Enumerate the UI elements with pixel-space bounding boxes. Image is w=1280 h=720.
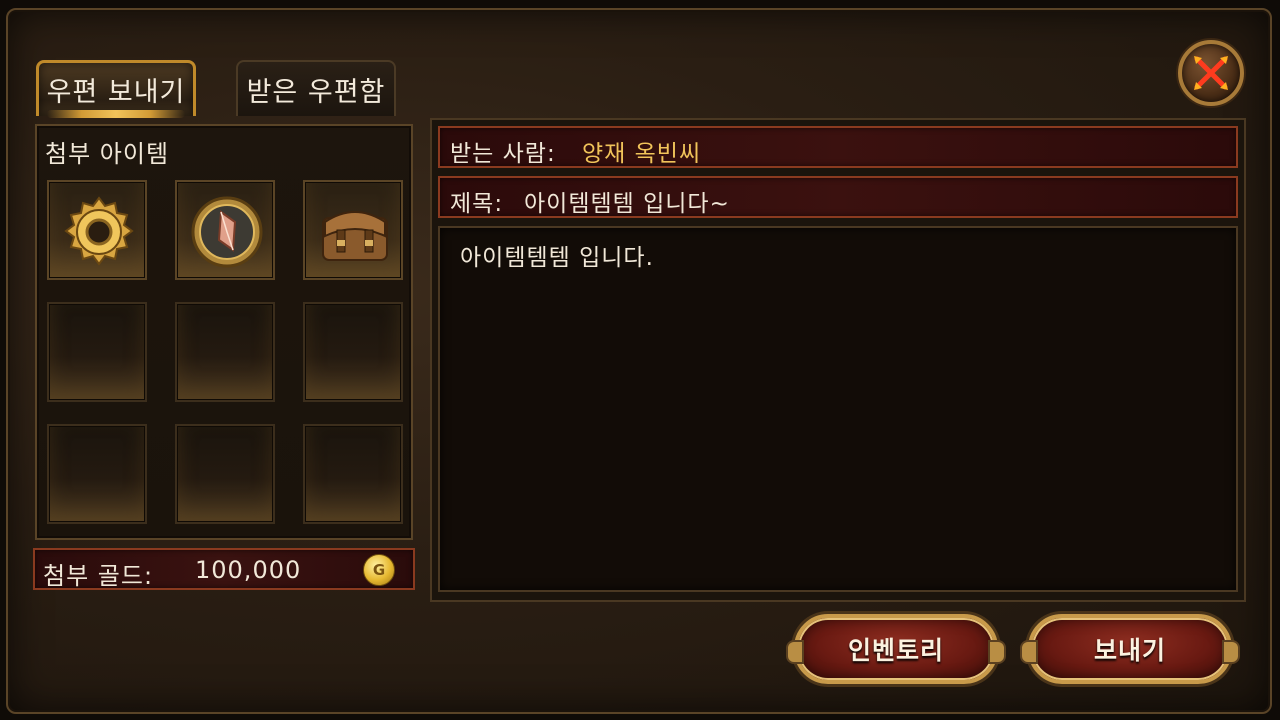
attachment-title: 첨부 아이템 xyxy=(45,140,170,168)
item-slot-6[interactable] xyxy=(303,302,403,402)
subject-field[interactable]: 제목: 아이템템템 입니다~ xyxy=(438,176,1238,218)
attachment-panel: 첨부 아이템 xyxy=(35,124,413,540)
send-button[interactable]: 보내기 xyxy=(1020,614,1240,684)
close-icon xyxy=(1194,56,1228,90)
item-slot-1[interactable] xyxy=(47,180,147,280)
attach-gold-value: 100,000 xyxy=(195,556,302,584)
subject-value: 아이템템템 입니다~ xyxy=(524,191,730,217)
item-slot-4[interactable] xyxy=(47,302,147,402)
recipient-field[interactable]: 받는 사람: 양재 옥빈씨 xyxy=(438,126,1238,168)
close-button[interactable] xyxy=(1178,40,1244,106)
inventory-button-label: 인벤토리 xyxy=(847,636,944,665)
send-button-label: 보내기 xyxy=(1093,636,1166,665)
recipient-label: 받는 사람: xyxy=(450,141,556,167)
mail-body-field[interactable]: 아이템템템 입니다. xyxy=(438,226,1238,592)
item-slot-3[interactable] xyxy=(303,180,403,280)
subject-label: 제목: xyxy=(450,191,504,217)
gold-coin-icon: G xyxy=(363,554,395,586)
item-slot-9[interactable] xyxy=(303,424,403,524)
inventory-button[interactable]: 인벤토리 xyxy=(786,614,1006,684)
item-slot-2[interactable] xyxy=(175,180,275,280)
tab-send-mail-label: 우편 보내기 xyxy=(46,77,186,108)
attach-gold-field[interactable]: 첨부 골드: 100,000 G xyxy=(33,548,415,590)
leather-bag-icon xyxy=(322,211,388,261)
tab-send-mail[interactable]: 우편 보내기 xyxy=(36,60,196,118)
item-slot-8[interactable] xyxy=(175,424,275,524)
tab-inbox-label: 받은 우편함 xyxy=(246,76,386,108)
tab-inbox[interactable]: 받은 우편함 xyxy=(236,60,396,116)
gear-ring-icon xyxy=(64,196,134,266)
mail-body-text: 아이템템템 입니다. xyxy=(460,245,654,271)
attach-gold-label: 첨부 골드: xyxy=(43,562,154,590)
item-slot-7[interactable] xyxy=(47,424,147,524)
crystal-medallion-icon xyxy=(191,196,263,268)
recipient-value: 양재 옥빈씨 xyxy=(582,141,702,167)
item-slot-5[interactable] xyxy=(175,302,275,402)
